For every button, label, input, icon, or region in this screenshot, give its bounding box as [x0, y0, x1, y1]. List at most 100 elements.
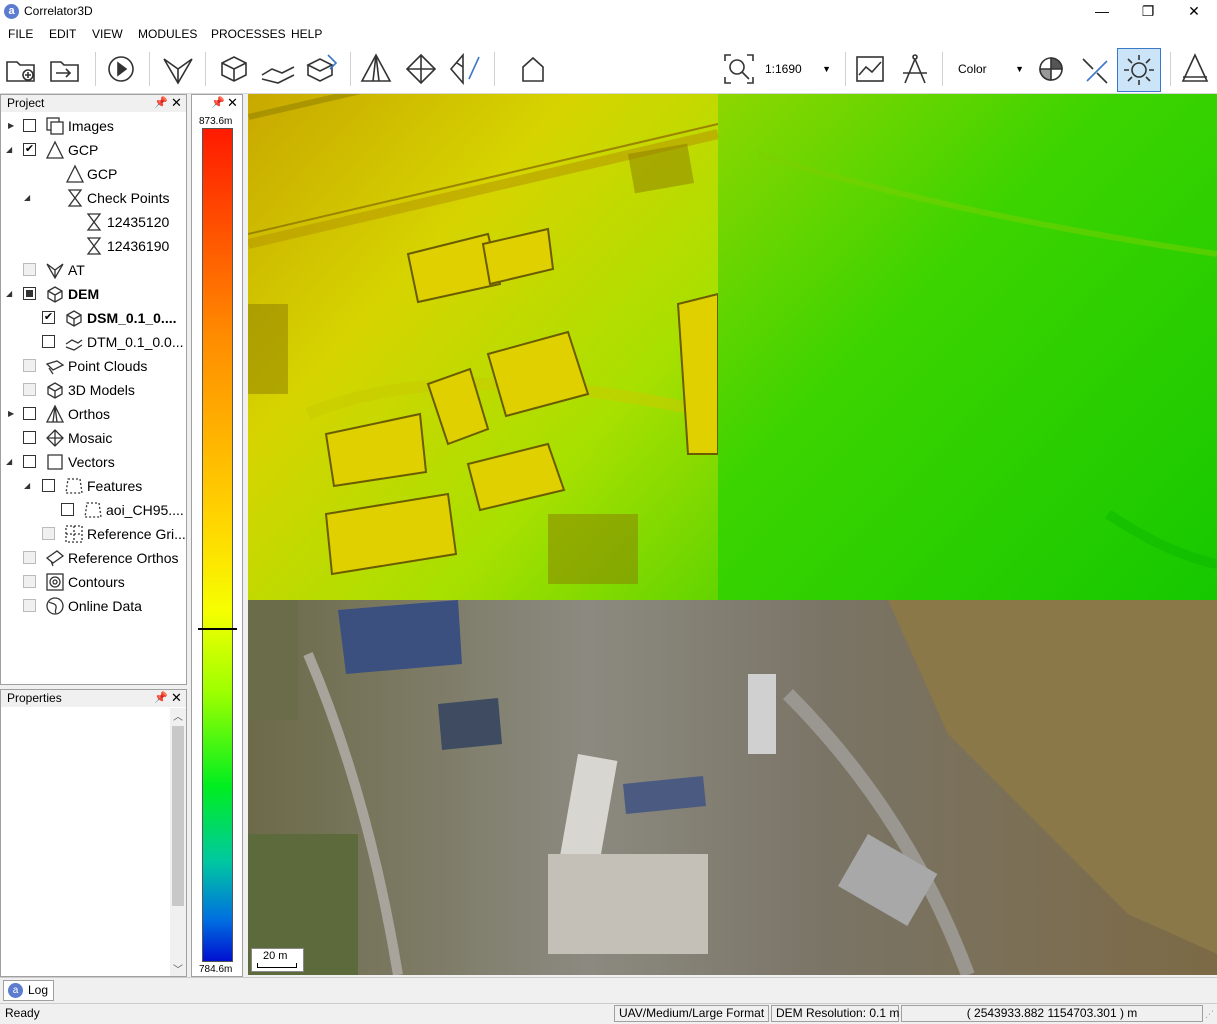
scale-value: 1:1690 — [765, 62, 802, 76]
collapse-arrow-icon[interactable]: ◢ — [24, 474, 30, 498]
checkbox[interactable] — [23, 575, 36, 588]
tree-item-label: Images — [68, 118, 114, 134]
pin-icon[interactable]: 📌 — [211, 96, 225, 109]
tree-item-label: 12435120 — [107, 214, 170, 230]
close-button[interactable]: ✕ — [1171, 0, 1217, 23]
pin-icon[interactable]: 📌 — [154, 96, 168, 109]
triangle-icon[interactable] — [1177, 51, 1213, 87]
checkbox[interactable] — [23, 287, 36, 300]
add-point-icon[interactable] — [403, 51, 439, 87]
display-mode-select[interactable]: Color ▼ — [950, 55, 1030, 83]
dem-icon[interactable] — [216, 51, 252, 87]
resize-grip-icon[interactable]: ⋰ — [1205, 1009, 1214, 1020]
toolbar-separator — [350, 52, 351, 86]
terrain-icon[interactable] — [260, 51, 296, 87]
tree-item-label: DEM — [68, 286, 100, 302]
menu-view[interactable]: VIEW — [92, 27, 123, 41]
chevron-down-icon: ▼ — [822, 64, 831, 74]
dem-icon — [66, 310, 82, 327]
run-icon[interactable] — [103, 51, 139, 87]
toolbar-separator — [494, 52, 495, 86]
checkbox[interactable] — [42, 527, 55, 540]
legend-marker[interactable] — [198, 628, 237, 631]
toolbar-separator — [149, 52, 150, 86]
checkbox[interactable] — [23, 359, 36, 372]
pin-icon[interactable]: 📌 — [154, 691, 168, 704]
checkbox[interactable]: ✔ — [23, 143, 36, 156]
log-tab[interactable]: a Log — [3, 980, 54, 1001]
import-icon[interactable] — [48, 51, 84, 87]
home-icon[interactable] — [515, 51, 551, 87]
app-logo-icon: a — [4, 4, 19, 19]
toolbar-separator — [205, 52, 206, 86]
close-panel-icon[interactable]: ✕ — [171, 95, 182, 111]
menu-edit[interactable]: EDIT — [49, 27, 76, 41]
window-title: Correlator3D — [24, 4, 93, 18]
log-tab-label: Log — [28, 983, 49, 997]
tree-item-label: DSM_0.1_0.... — [87, 310, 177, 326]
tree-item-label: 12436190 — [107, 238, 170, 254]
checkbox[interactable] — [23, 407, 36, 420]
sun-shading-button[interactable] — [1117, 48, 1161, 92]
checkbox[interactable] — [23, 551, 36, 564]
edit-point-icon[interactable] — [447, 51, 483, 87]
scroll-down-icon[interactable]: ﹀ — [173, 961, 183, 976]
menu-processes[interactable]: PROCESSES — [211, 27, 286, 41]
bottom-tab-strip — [0, 977, 1217, 1003]
tree-item-label: Online Data — [68, 598, 142, 614]
checkbox[interactable] — [23, 599, 36, 612]
tree-item-label: Check Points — [87, 190, 170, 206]
menu-file[interactable]: FILE — [8, 27, 33, 41]
expand-arrow-icon[interactable]: ▶ — [8, 402, 14, 426]
scale-bar-label: 20 m — [263, 950, 288, 962]
toolbar-separator — [95, 52, 96, 86]
checkbox[interactable] — [23, 455, 36, 468]
properties-scrollbar[interactable]: ︿ ﹀ — [170, 708, 186, 976]
collapse-arrow-icon[interactable]: ◢ — [6, 138, 12, 162]
feature-icon — [84, 502, 102, 518]
checkbox[interactable]: ✔ — [42, 311, 55, 324]
tree-item-label: 3D Models — [68, 382, 135, 398]
sun-icon — [1124, 55, 1154, 85]
collapse-arrow-icon[interactable]: ◢ — [24, 186, 30, 210]
zoom-icon[interactable] — [721, 51, 757, 87]
new-project-icon[interactable] — [4, 51, 40, 87]
scroll-up-icon[interactable]: ︿ — [173, 708, 183, 723]
collapse-arrow-icon[interactable]: ◢ — [6, 282, 12, 306]
checkbox[interactable] — [42, 479, 55, 492]
edit-dem-icon[interactable] — [304, 51, 340, 87]
project-tree: ▶ Images ◢ ✔ GCP GCP ◢ Check Points 12435120… — [0, 114, 186, 684]
menu-modules[interactable]: MODULES — [138, 27, 197, 41]
checkbox[interactable] — [23, 383, 36, 396]
close-panel-icon[interactable]: ✕ — [227, 95, 238, 111]
dtm-tile — [718, 94, 1217, 600]
gcp-icon[interactable] — [358, 51, 394, 87]
checkbox[interactable] — [23, 119, 36, 132]
toolbar-separator — [845, 52, 846, 86]
profile-icon[interactable] — [852, 51, 888, 87]
tree-item-label: AT — [68, 262, 85, 278]
toolbar-separator — [942, 52, 943, 86]
expand-arrow-icon[interactable]: ▶ — [8, 114, 14, 138]
search-input[interactable] — [558, 53, 718, 85]
scroll-thumb[interactable] — [172, 726, 184, 906]
measure-icon[interactable] — [1077, 51, 1113, 87]
minimize-button[interactable]: — — [1079, 0, 1125, 23]
collapse-arrow-icon[interactable]: ◢ — [6, 450, 12, 474]
scale-bar: 20 m — [251, 948, 304, 972]
tree-item-label: Point Clouds — [68, 358, 148, 374]
checkbox[interactable] — [23, 431, 36, 444]
scale-select[interactable]: 1:1690 ▼ — [757, 55, 837, 83]
checkbox[interactable] — [61, 503, 74, 516]
aerial-triangulation-icon[interactable] — [160, 51, 196, 87]
checkbox[interactable] — [42, 335, 55, 348]
restore-button[interactable]: ❐ — [1125, 0, 1171, 23]
histogram-icon[interactable] — [1033, 51, 1069, 87]
menu-help[interactable]: HELP — [291, 27, 322, 41]
checkbox[interactable] — [23, 263, 36, 276]
aerial-triangulation-icon — [46, 263, 64, 280]
compass-icon[interactable] — [897, 51, 933, 87]
close-panel-icon[interactable]: ✕ — [171, 690, 182, 706]
display-mode-value: Color — [958, 62, 987, 76]
map-view[interactable] — [248, 94, 1217, 975]
